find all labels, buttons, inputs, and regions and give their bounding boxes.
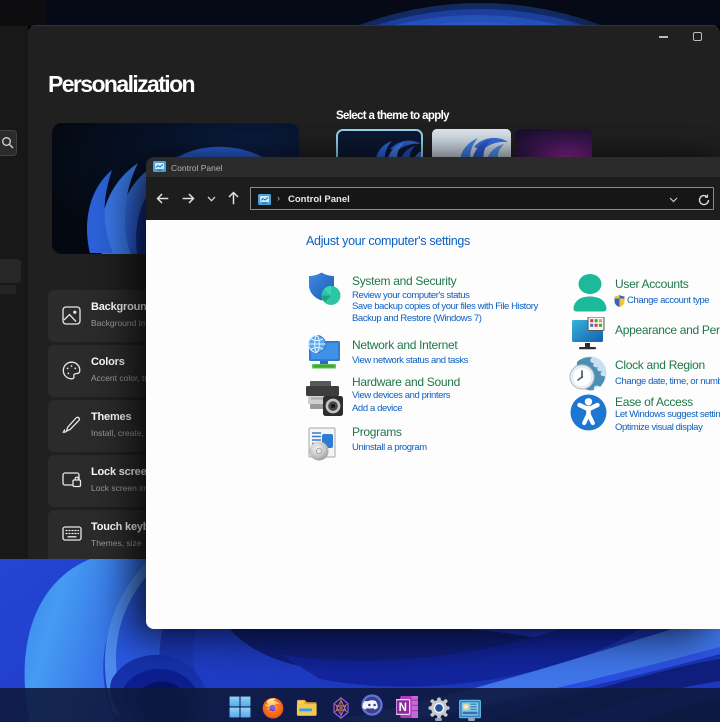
svg-text:N: N [399, 702, 407, 714]
